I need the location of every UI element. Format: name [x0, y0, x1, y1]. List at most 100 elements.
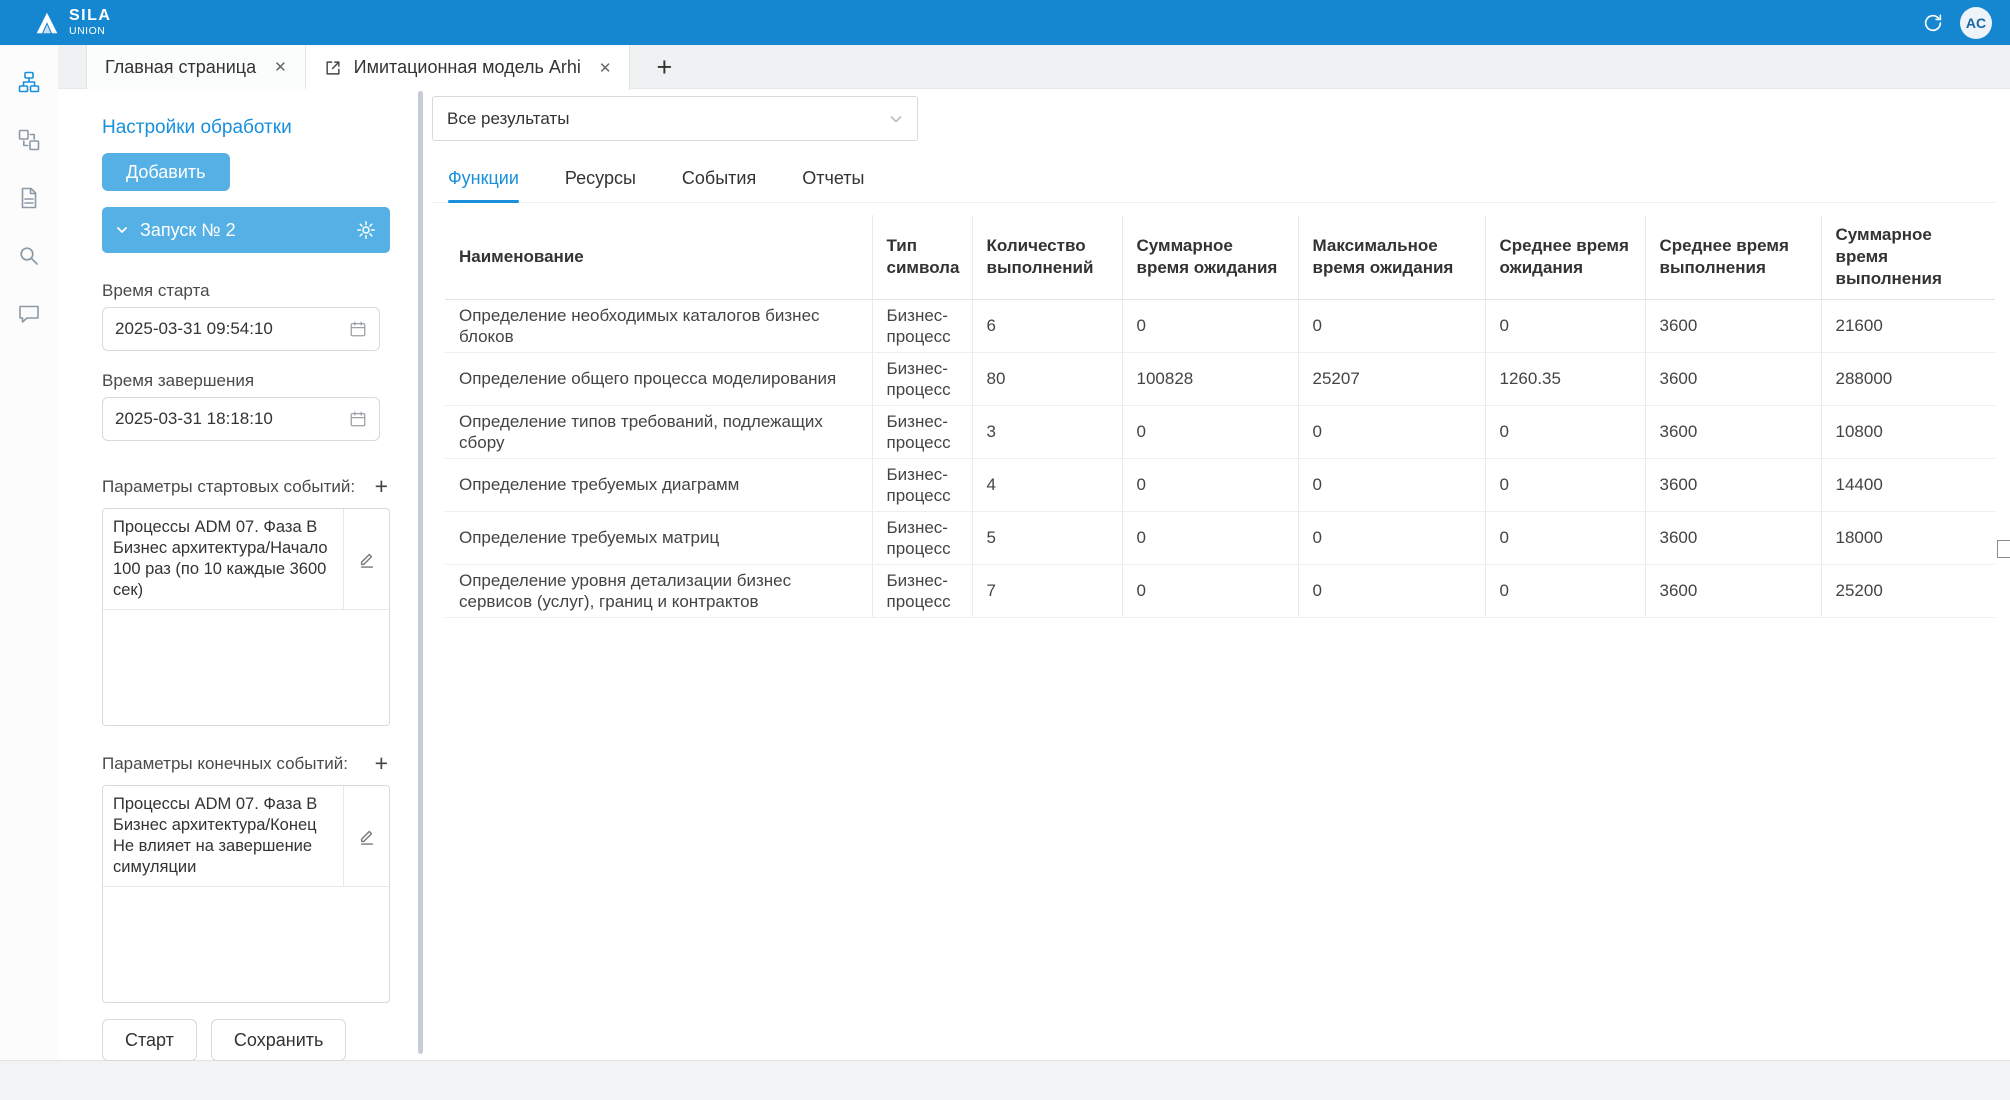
start-event-item[interactable]: Процессы ADM 07. Фаза B Бизнес архитекту…: [103, 509, 389, 610]
result-tab-functions[interactable]: Функции: [448, 168, 519, 202]
result-tab-events[interactable]: События: [682, 168, 756, 202]
column-header-max-wait: Максимальное время ожидания: [1298, 215, 1485, 299]
cell-executions: 80: [972, 352, 1122, 405]
table-row[interactable]: Определение типов требований, подлежащих…: [445, 405, 1995, 458]
column-header-symbol-type: Тип символа: [872, 215, 972, 299]
panel-actions: Старт Сохранить: [102, 1019, 390, 1061]
start-time-input[interactable]: 2025-03-31 09:54:10: [102, 307, 380, 351]
cell-executions: 7: [972, 564, 1122, 617]
tab-home-page[interactable]: Главная страница ✕: [86, 45, 306, 89]
panel-title: Настройки обработки: [102, 117, 390, 139]
cell-avg-wait: 0: [1485, 564, 1645, 617]
close-icon[interactable]: ✕: [274, 58, 287, 76]
table-row[interactable]: Определение требуемых матриц Бизнес-проц…: [445, 511, 1995, 564]
gear-icon[interactable]: [356, 220, 376, 240]
cell-total-wait: 0: [1122, 511, 1298, 564]
cell-max-wait: 0: [1298, 511, 1485, 564]
start-events-box[interactable]: Процессы ADM 07. Фаза B Бизнес архитекту…: [102, 508, 390, 726]
end-time-value: 2025-03-31 18:18:10: [115, 409, 273, 429]
result-tab-reports[interactable]: Отчеты: [802, 168, 864, 202]
end-event-item[interactable]: Процессы ADM 07. Фаза B Бизнес архитекту…: [103, 786, 389, 887]
logo-line1: SILA: [69, 8, 111, 24]
cell-symbol-type: Бизнес-процесс: [872, 352, 972, 405]
run-header[interactable]: Запуск № 2: [102, 207, 390, 253]
dropdown-chevron-icon: [889, 112, 903, 126]
cell-symbol-type: Бизнес-процесс: [872, 299, 972, 352]
end-time-input[interactable]: 2025-03-31 18:18:10: [102, 397, 380, 441]
cell-avg-wait: 0: [1485, 405, 1645, 458]
column-header-avg-exec: Среднее время выполнения: [1645, 215, 1821, 299]
sila-union-logo: SILA UNION: [34, 8, 111, 37]
nav-item-search[interactable]: [16, 243, 42, 269]
left-icon-rail: [0, 45, 58, 1060]
start-time-label: Время старта: [102, 281, 390, 301]
add-end-event-button[interactable]: +: [373, 752, 390, 775]
footer-bar: [0, 1060, 2010, 1100]
cell-name: Определение необходимых каталогов бизнес…: [445, 299, 872, 352]
close-icon[interactable]: ✕: [599, 59, 612, 77]
logo-text: SILA UNION: [69, 8, 111, 37]
logo-line2: UNION: [69, 26, 111, 37]
table-row[interactable]: Определение необходимых каталогов бизнес…: [445, 299, 1995, 352]
cell-symbol-type: Бизнес-процесс: [872, 564, 972, 617]
cell-total-wait: 0: [1122, 458, 1298, 511]
cell-total-wait: 100828: [1122, 352, 1298, 405]
column-header-name: Наименование: [445, 215, 872, 299]
nav-item-comments[interactable]: [16, 301, 42, 327]
column-header-total-exec: Суммарное время выполнения: [1821, 215, 1995, 299]
tab-strip: Главная страница ✕ Имитационная модель A…: [58, 45, 2010, 89]
add-run-button[interactable]: Добавить: [102, 153, 230, 191]
tab-simulation-model[interactable]: Имитационная модель Arhi ✕: [306, 45, 631, 90]
table-row[interactable]: Определение уровня детализации бизнес се…: [445, 564, 1995, 617]
calendar-icon[interactable]: [349, 410, 367, 428]
column-header-executions: Количество выполнений: [972, 215, 1122, 299]
cell-avg-wait: 0: [1485, 511, 1645, 564]
tab-label: Главная страница: [105, 57, 256, 78]
cell-total-exec: 21600: [1821, 299, 1995, 352]
table-row[interactable]: Определение требуемых диаграмм Бизнес-пр…: [445, 458, 1995, 511]
chevron-down-icon: [116, 224, 128, 236]
refresh-button[interactable]: [1922, 12, 1944, 34]
start-event-text: Процессы ADM 07. Фаза B Бизнес архитекту…: [103, 509, 343, 609]
plus-icon: +: [375, 750, 388, 776]
end-event-text: Процессы ADM 07. Фаза B Бизнес архитекту…: [103, 786, 343, 886]
end-time-label: Время завершения: [102, 371, 390, 391]
cell-total-wait: 0: [1122, 405, 1298, 458]
edit-end-event-button[interactable]: [343, 786, 389, 886]
nav-item-compare[interactable]: [16, 127, 42, 153]
cell-name: Определение типов требований, подлежащих…: [445, 405, 872, 458]
save-button[interactable]: Сохранить: [211, 1019, 346, 1061]
cell-avg-wait: 0: [1485, 299, 1645, 352]
results-area: Все результаты Функции Ресурсы События О…: [426, 89, 2010, 1060]
cell-name: Определение требуемых диаграмм: [445, 458, 872, 511]
edit-start-event-button[interactable]: [343, 509, 389, 609]
top-bar: SILA UNION AC: [0, 0, 2010, 45]
table-header-row: Наименование Тип символа Количество выпо…: [445, 215, 1995, 299]
start-button[interactable]: Старт: [102, 1019, 197, 1061]
cell-total-exec: 14400: [1821, 458, 1995, 511]
calendar-icon[interactable]: [349, 320, 367, 338]
table-row[interactable]: Определение общего процесса моделировани…: [445, 352, 1995, 405]
edit-icon: [358, 827, 376, 845]
results-filter-select[interactable]: Все результаты: [432, 96, 918, 141]
cell-avg-exec: 3600: [1645, 352, 1821, 405]
result-tab-resources[interactable]: Ресурсы: [565, 168, 636, 202]
user-avatar[interactable]: AC: [1960, 7, 1992, 39]
cell-avg-exec: 3600: [1645, 564, 1821, 617]
nav-item-documents[interactable]: [16, 185, 42, 211]
comment-icon: [17, 302, 41, 326]
end-events-row: Параметры конечных событий: +: [102, 752, 390, 775]
edit-icon: [358, 550, 376, 568]
new-tab-button[interactable]: +: [646, 45, 682, 89]
cell-total-wait: 0: [1122, 564, 1298, 617]
sila-logo-icon: [34, 10, 60, 36]
left-panel-scrollbar[interactable]: [418, 91, 423, 1054]
add-start-event-button[interactable]: +: [373, 475, 390, 498]
start-events-label: Параметры стартовых событий:: [102, 477, 355, 497]
run-label: Запуск № 2: [140, 220, 356, 241]
cell-total-exec: 18000: [1821, 511, 1995, 564]
end-events-box[interactable]: Процессы ADM 07. Фаза B Бизнес архитекту…: [102, 785, 390, 1003]
cell-executions: 4: [972, 458, 1122, 511]
collapse-handle[interactable]: [1997, 540, 2010, 558]
nav-item-model-tree[interactable]: [16, 69, 42, 95]
